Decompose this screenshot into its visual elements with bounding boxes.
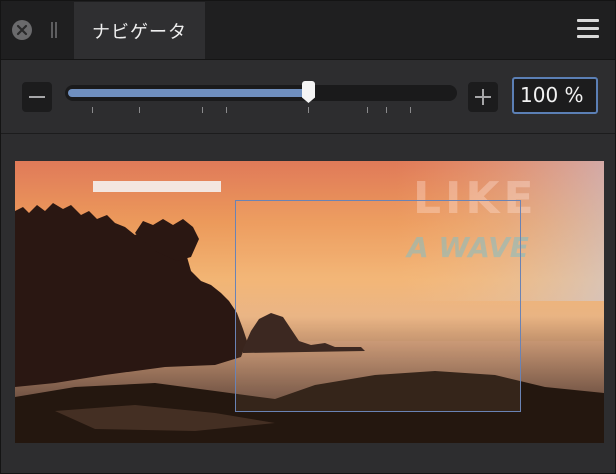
slider-tick: [308, 107, 309, 113]
grip-icon[interactable]: [51, 22, 57, 38]
slider-tick: [92, 107, 93, 113]
visible-area-rectangle[interactable]: [235, 200, 521, 412]
slider-tick: [202, 107, 203, 113]
zoom-value: 100 %: [520, 83, 584, 107]
close-icon[interactable]: [12, 20, 32, 40]
slider-tick: [410, 107, 411, 113]
tab-label: ナビゲータ: [92, 21, 187, 43]
zoom-slider-fill: [68, 89, 308, 97]
zoom-slider[interactable]: [65, 81, 457, 103]
document-thumbnail[interactable]: LIKE A WAVE: [15, 161, 604, 443]
zoom-bar: 100 %: [1, 60, 615, 134]
navigator-panel: ナビゲータ 100 % LIKE A WAVE: [0, 0, 616, 474]
zoom-in-button[interactable]: [468, 82, 498, 112]
slider-tick: [139, 107, 140, 113]
slider-tick: [386, 107, 387, 113]
slider-tick: [226, 107, 227, 113]
zoom-slider-thumb[interactable]: [302, 81, 315, 103]
text-caption-block: [93, 181, 221, 192]
slider-tick: [367, 107, 368, 113]
preview-area: LIKE A WAVE: [1, 134, 615, 473]
hamburger-menu-icon[interactable]: [577, 19, 599, 39]
zoom-out-button[interactable]: [22, 82, 52, 112]
panel-tab-bar: ナビゲータ: [1, 1, 615, 60]
minus-icon: [29, 96, 45, 98]
tab-navigator[interactable]: ナビゲータ: [74, 2, 205, 59]
zoom-value-field[interactable]: 100 %: [512, 77, 598, 114]
